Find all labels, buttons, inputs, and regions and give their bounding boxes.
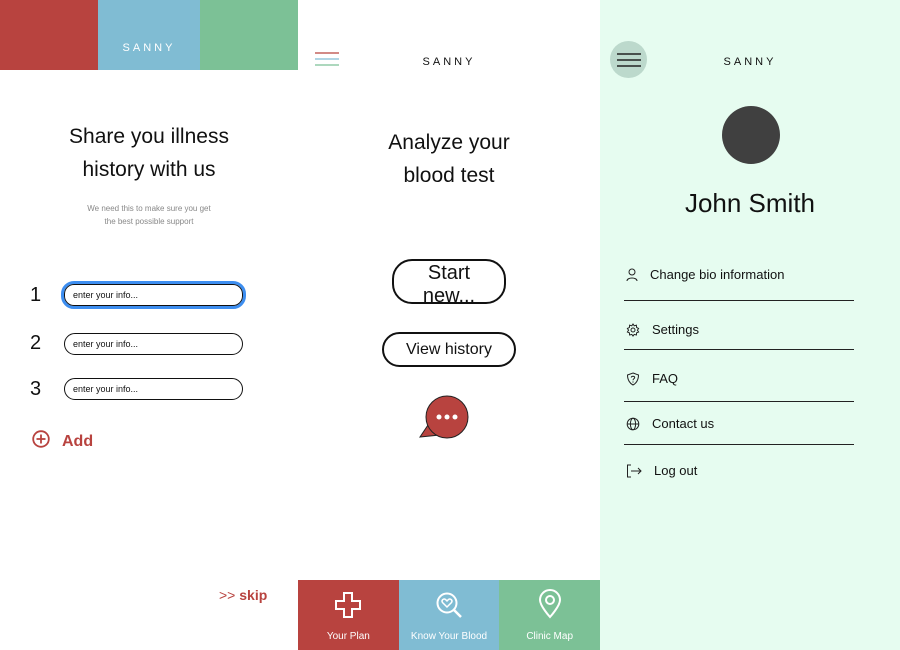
illness-info-input-2[interactable] bbox=[64, 333, 243, 355]
logout-icon bbox=[627, 464, 642, 477]
tab-your-plan[interactable]: Your Plan bbox=[298, 580, 399, 650]
green-header-block bbox=[200, 0, 298, 70]
magnifier-heart-icon bbox=[436, 592, 462, 618]
menu-label: Settings bbox=[652, 322, 699, 337]
illness-history-screen: SANNY Share you illness history with us … bbox=[0, 0, 298, 650]
map-pin-icon bbox=[538, 589, 561, 619]
add-label: Add bbox=[62, 432, 94, 450]
cross-icon bbox=[335, 592, 362, 618]
add-field-button[interactable]: Add bbox=[32, 430, 93, 453]
page-title: Analyze your blood test bbox=[298, 126, 600, 192]
divider bbox=[624, 300, 854, 301]
tab-label: Clinic Map bbox=[526, 631, 574, 642]
page-subtitle: We need this to make sure you get the be… bbox=[0, 202, 298, 228]
menu-item-change-bio[interactable]: Change bio information bbox=[626, 267, 784, 282]
user-name: John Smith bbox=[684, 188, 816, 218]
person-icon bbox=[626, 268, 638, 281]
field-number-1: 1 bbox=[30, 284, 42, 306]
view-history-button[interactable]: View history bbox=[382, 332, 516, 367]
avatar[interactable] bbox=[722, 106, 780, 164]
plus-circle-icon bbox=[32, 430, 50, 453]
illness-info-input-1[interactable] bbox=[61, 281, 246, 309]
subtitle-line-2: the best possible support bbox=[104, 217, 194, 226]
title-line-1: Analyze your bbox=[388, 131, 510, 154]
tab-clinic-map[interactable]: Clinic Map bbox=[499, 580, 601, 650]
divider bbox=[624, 349, 854, 350]
menu-label: FAQ bbox=[652, 371, 679, 386]
skip-label: skip bbox=[239, 587, 268, 603]
divider bbox=[624, 444, 854, 445]
gear-icon bbox=[626, 322, 640, 337]
speech-bubble-icon[interactable] bbox=[418, 395, 472, 444]
menu-label: Change bio information bbox=[650, 267, 785, 282]
tab-label: Your Plan bbox=[326, 631, 370, 642]
menu-item-log-out[interactable]: Log out bbox=[626, 463, 697, 478]
divider bbox=[624, 401, 854, 402]
blue-header-block bbox=[98, 0, 200, 70]
menu-label: Contact us bbox=[652, 416, 715, 431]
blood-test-screen: SANNY Analyze your blood test Start new.… bbox=[298, 0, 601, 650]
skip-link[interactable]: >> skip bbox=[219, 587, 267, 603]
subtitle-line-1: We need this to make sure you get bbox=[87, 204, 211, 213]
brand-logo: SANNY bbox=[422, 56, 476, 68]
title-line-1: Share you illness bbox=[69, 125, 229, 148]
shield-question-icon bbox=[626, 371, 640, 386]
menu-label: Log out bbox=[654, 463, 698, 478]
menu-item-faq[interactable]: FAQ bbox=[626, 371, 678, 386]
page-title: Share you illness history with us bbox=[0, 120, 298, 186]
title-line-2: blood test bbox=[403, 164, 495, 187]
start-new-button[interactable]: Start new... bbox=[392, 259, 506, 307]
brand-logo: SANNY bbox=[723, 56, 777, 68]
menu-item-contact-us[interactable]: Contact us bbox=[626, 416, 714, 431]
title-line-2: history with us bbox=[82, 158, 216, 181]
red-header-block bbox=[0, 0, 98, 70]
skip-arrows: >> bbox=[219, 587, 236, 603]
field-number-2: 2 bbox=[30, 332, 42, 354]
menu-item-settings[interactable]: Settings bbox=[626, 322, 699, 337]
brand-logo: SANNY bbox=[122, 42, 176, 54]
profile-menu-screen: SANNY John Smith Change bio information … bbox=[600, 0, 900, 650]
field-number-3: 3 bbox=[30, 378, 42, 400]
illness-info-input-3[interactable] bbox=[64, 378, 243, 400]
tab-know-your-blood[interactable]: Know Your Blood bbox=[398, 580, 500, 650]
tab-label: Know Your Blood bbox=[410, 631, 488, 642]
bottom-tab-bar: Your Plan Know Your Blood Clinic Map bbox=[298, 580, 601, 650]
globe-icon bbox=[626, 417, 640, 430]
